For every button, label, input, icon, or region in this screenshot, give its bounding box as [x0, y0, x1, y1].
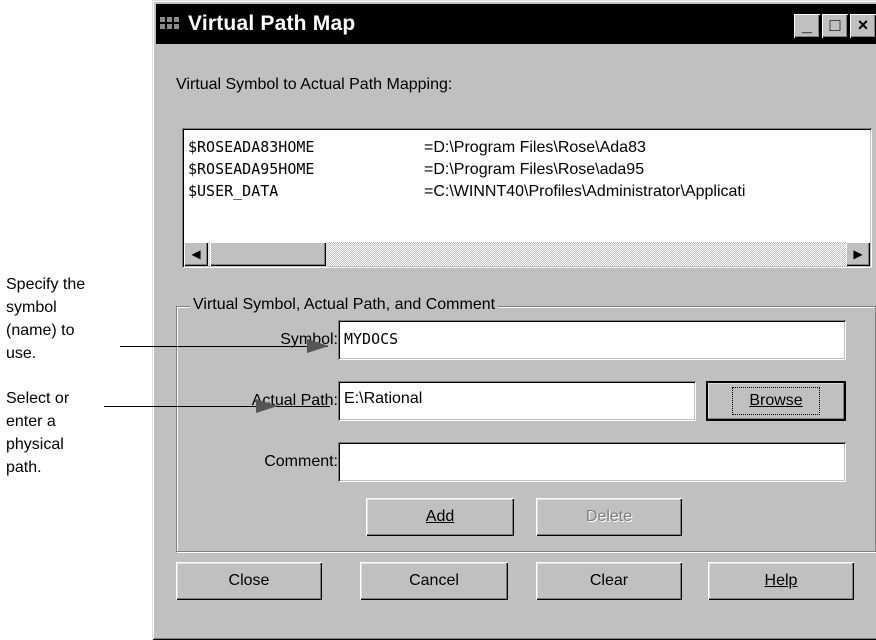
list-item-symbol: $ROSEADA95HOME — [188, 160, 315, 178]
list-item-path: =C:\WINNT40\Profiles\Administrator\Appli… — [424, 183, 746, 200]
add-button[interactable]: Add — [366, 498, 514, 536]
list-item-path: =D:\Program Files\Rose\ada95 — [424, 161, 645, 178]
comment-input[interactable] — [338, 442, 846, 482]
browse-label: Browse — [732, 387, 820, 415]
window-title: Virtual Path Map — [188, 12, 356, 35]
comment-label: Comment: — [264, 453, 338, 470]
group-title: Virtual Symbol, Actual Path, and Comment — [190, 296, 499, 314]
actual-path-input[interactable]: E:\Rational — [338, 381, 696, 421]
symbol-callout-arrow-icon — [307, 339, 329, 353]
clear-button[interactable]: Clear — [536, 562, 682, 600]
path-callout-arrow-icon — [256, 399, 278, 413]
path-callout-line — [104, 406, 330, 407]
virtual-path-map-dialog: Virtual Path Map _ □ × Virtual Symbol to… — [152, 0, 876, 640]
browse-button[interactable]: Browse — [706, 381, 846, 421]
path-annotation: Select or enter a physical path. — [6, 390, 70, 476]
close-label: Close — [228, 572, 270, 589]
scroll-left-icon[interactable]: ◀ — [184, 242, 208, 266]
title-bar[interactable]: Virtual Path Map _ □ × — [156, 4, 876, 44]
symbol-input[interactable]: MYDOCS — [338, 320, 846, 360]
help-button[interactable]: Help — [708, 562, 854, 600]
help-label: Help — [764, 572, 798, 589]
add-label: Add — [425, 508, 455, 525]
scroll-right-icon[interactable]: ▶ — [846, 242, 870, 266]
list-item-path: =D:\Program Files\Rose\Ada83 — [424, 139, 646, 156]
symbol-annotation: Specify the symbol (name) to use. — [6, 276, 86, 362]
cancel-button[interactable]: Cancel — [360, 562, 508, 600]
clear-label: Clear — [589, 572, 629, 589]
app-icon — [160, 15, 182, 33]
list-item[interactable]: $USER_DATA =C:\WINNT40\Profiles\Administr… — [188, 180, 745, 203]
mapping-list[interactable]: $ROSEADA83HOME =D:\Program Files\Rose\Ada… — [182, 128, 872, 268]
scroll-thumb[interactable] — [210, 242, 326, 266]
close-button[interactable]: Close — [176, 562, 322, 600]
delete-label: Delete — [585, 508, 633, 525]
actual-path-value: E:\Rational — [344, 390, 423, 407]
cancel-label: Cancel — [409, 572, 459, 589]
horizontal-scrollbar[interactable]: ◀ ▶ — [184, 242, 870, 266]
minimize-button[interactable]: _ — [794, 14, 820, 38]
maximize-button[interactable]: □ — [822, 14, 848, 38]
symbol-value: MYDOCS — [344, 330, 399, 348]
close-window-button[interactable]: × — [850, 14, 876, 38]
mapping-heading: Virtual Symbol to Actual Path Mapping: — [176, 76, 453, 93]
symbol-callout-line — [120, 346, 328, 347]
list-item[interactable]: $ROSEADA95HOME =D:\Program Files\Rose\ada… — [188, 158, 644, 181]
list-item[interactable]: $ROSEADA83HOME =D:\Program Files\Rose\Ada… — [188, 136, 646, 159]
list-item-symbol: $ROSEADA83HOME — [188, 138, 315, 156]
delete-button[interactable]: Delete — [536, 498, 682, 536]
list-item-symbol: $USER_DATA — [188, 182, 279, 200]
